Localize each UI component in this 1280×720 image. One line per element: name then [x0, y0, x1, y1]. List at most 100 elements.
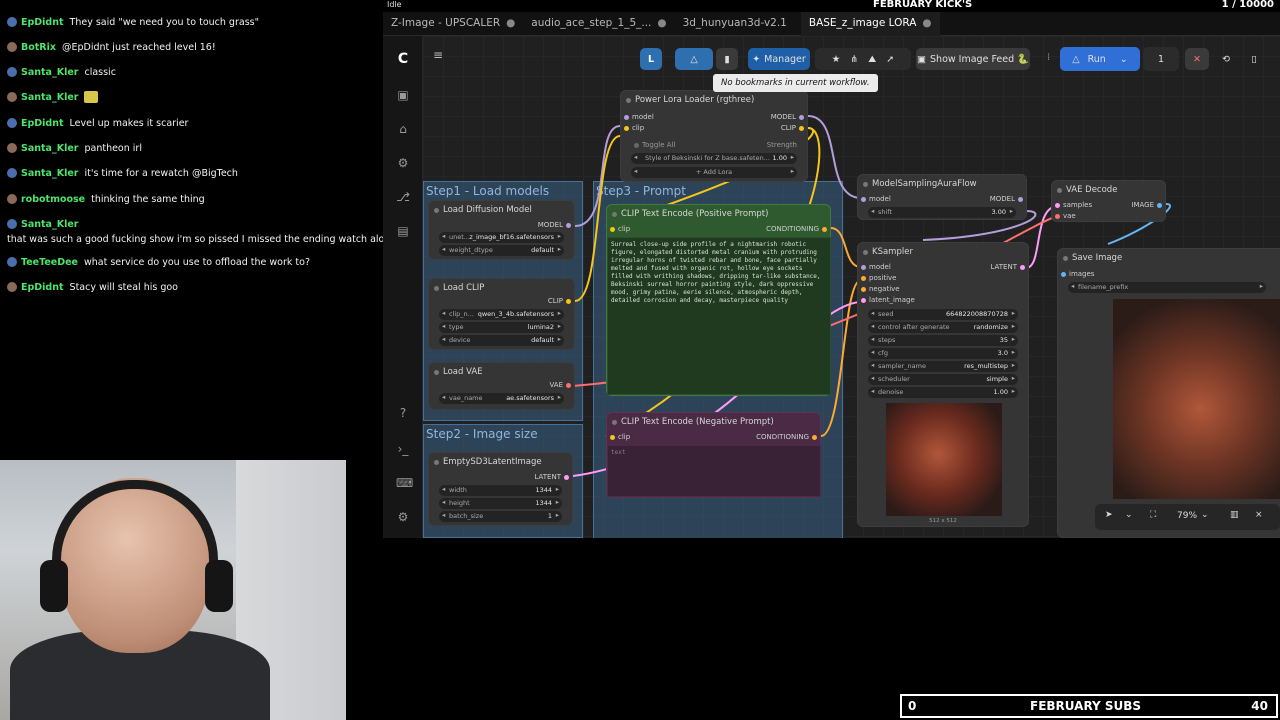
output-latent[interactable]: LATENT — [990, 263, 1028, 271]
chat-username[interactable]: EpDidnt — [21, 282, 64, 293]
chat-username[interactable]: robotmoose — [21, 194, 85, 205]
vae-name-widget[interactable]: vae_name ae.safetensors — [439, 393, 564, 404]
chat-username[interactable]: TeeTeeDee — [21, 257, 78, 268]
node-ksampler[interactable]: KSampler model positive negative latent_… — [857, 242, 1029, 527]
chat-username[interactable]: Santa_Kler — [21, 92, 78, 103]
history-icon[interactable]: ⟲ — [1215, 48, 1237, 70]
filename-prefix-widget[interactable]: filename_prefix — [1068, 282, 1266, 293]
cancel-run-button[interactable]: ✕ — [1185, 48, 1209, 70]
node-vae-decode[interactable]: VAE Decode samples vae IMAGE — [1051, 180, 1166, 222]
node-load-clip[interactable]: Load CLIP CLIP clip_n...qwen_3_4b.safete… — [428, 278, 575, 350]
settings-gear-icon[interactable]: ⚙ — [396, 510, 410, 524]
comfy-logo-icon[interactable]: C — [396, 52, 410, 66]
input-latent-image[interactable]: latent_image — [858, 296, 915, 304]
output-conditioning[interactable]: CONDITIONING — [756, 433, 820, 441]
help-icon[interactable]: ? — [396, 406, 410, 420]
bookmark-icon[interactable]: ▮ — [716, 48, 738, 70]
node-icon[interactable]: ⋔ — [850, 54, 858, 65]
templates-icon[interactable]: ▤ — [396, 224, 410, 238]
node-library-icon[interactable]: ⚙ — [396, 156, 410, 170]
chat-username[interactable]: Santa_Kler — [21, 219, 78, 230]
terminal-icon[interactable]: ›_ — [396, 442, 410, 456]
cfg-widget[interactable]: cfg 3.0 — [868, 348, 1018, 359]
sampler-name-widget[interactable]: sampler_name res_multistep — [868, 361, 1018, 372]
hide-links-icon[interactable]: ⨯ — [1255, 510, 1263, 520]
mountain-icon[interactable]: ⛰ — [868, 54, 876, 65]
node-graph-canvas[interactable]: Step1 - Load models Step3 - Prompt Step2… — [423, 36, 1280, 538]
chat-username[interactable]: Santa_Kler — [21, 67, 78, 78]
model-library-icon[interactable]: ⌂ — [396, 122, 410, 136]
node-empty-sd3-latent-image[interactable]: EmptySD3LatentImage LATENT width 1344 hei… — [428, 452, 573, 526]
lora-row[interactable]: Style of Beksinski for Z base.safeten...… — [631, 153, 797, 164]
clip-type-widget[interactable]: type lumina2 — [439, 322, 564, 333]
keyboard-icon[interactable]: ⌨ — [396, 476, 413, 490]
select-cursor-icon[interactable]: ➤ — [1105, 510, 1113, 520]
workflow-logo-button[interactable]: L — [640, 48, 662, 70]
input-clip[interactable]: clip — [621, 124, 644, 132]
output-conditioning[interactable]: CONDITIONING — [766, 225, 830, 233]
node-model-sampling-auraflow[interactable]: ModelSamplingAuraFlow model MODEL shift 3… — [857, 174, 1027, 220]
denoise-widget[interactable]: denoise 1.00 — [868, 387, 1018, 398]
zoom-chevron-icon[interactable]: ⌄ — [1201, 510, 1209, 520]
hamburger-menu-icon[interactable]: ≡ — [433, 48, 443, 62]
toggle-panel-icon[interactable]: ▯ — [1243, 48, 1265, 70]
unet-name-widget[interactable]: unet...z_image_bf16.safetensors — [439, 232, 564, 243]
workflows-icon[interactable]: ⎇ — [396, 190, 410, 204]
output-model[interactable]: MODEL — [771, 113, 807, 121]
weight-dtype-widget[interactable]: weight_dtype default — [439, 245, 564, 256]
workflow-tab[interactable]: BASE_z_image LORA ● — [800, 12, 940, 36]
seed-widget[interactable]: seed 664822008870728 — [868, 309, 1018, 320]
input-positive[interactable]: positive — [858, 274, 896, 282]
workflow-tab[interactable]: audio_ace_step_1_5_... ● — [523, 12, 674, 36]
fit-view-icon[interactable]: ⛶ — [1150, 510, 1156, 520]
toggle-all-control[interactable]: Toggle All — [631, 141, 675, 149]
output-model[interactable]: MODEL — [990, 195, 1026, 203]
clip-device-widget[interactable]: device default — [439, 335, 564, 346]
node-clip-text-encode-positive[interactable]: CLIP Text Encode (Positive Prompt) clip … — [606, 204, 831, 396]
scheduler-widget[interactable]: scheduler simple — [868, 374, 1018, 385]
output-image[interactable]: IMAGE — [1131, 201, 1165, 209]
node-save-image[interactable]: Save Image images filename_prefix — [1057, 248, 1280, 538]
negative-prompt-textarea[interactable]: text — [607, 445, 821, 497]
output-clip[interactable]: CLIP — [781, 124, 807, 132]
node-load-diffusion-model[interactable]: Load Diffusion Model MODEL unet...z_imag… — [428, 200, 575, 260]
show-image-feed-button[interactable]: ▣ Show Image Feed 🐍 — [916, 48, 1030, 70]
chat-username[interactable]: Santa_Kler — [21, 143, 78, 154]
control-after-generate-widget[interactable]: control after generate randomize — [868, 322, 1018, 333]
input-clip[interactable]: clip — [607, 225, 630, 233]
input-negative[interactable]: negative — [858, 285, 900, 293]
input-clip[interactable]: clip — [607, 433, 630, 441]
input-samples[interactable]: samples — [1052, 201, 1092, 209]
add-lora-button[interactable]: + Add Lora — [631, 167, 797, 178]
share-icon[interactable]: ➚ — [886, 54, 894, 65]
image-icon[interactable]: ▣ — [396, 88, 410, 102]
queue-count-stepper[interactable]: 1 — [1143, 47, 1179, 71]
width-widget[interactable]: width 1344 — [439, 485, 562, 496]
input-model[interactable]: model — [621, 113, 654, 121]
shift-widget[interactable]: shift 3.00 — [868, 207, 1016, 218]
steps-widget[interactable]: steps 35 — [868, 335, 1018, 346]
chat-username[interactable]: BotRix — [21, 42, 56, 53]
workflow-tab[interactable]: Z-Image - UPSCALER ● — [383, 12, 523, 36]
crystools-icon[interactable]: △ — [675, 48, 713, 70]
drag-handle-icon[interactable]: ⁞ — [1047, 52, 1050, 63]
node-load-vae[interactable]: Load VAE VAE vae_name ae.safetensors — [428, 362, 575, 410]
output-vae[interactable]: VAE — [549, 381, 574, 389]
input-images[interactable]: images — [1058, 270, 1094, 278]
run-button[interactable]: △ Run ⌄ — [1060, 47, 1140, 71]
workflow-tab[interactable]: 3d_hunyuan3d-v2.1 — [675, 12, 801, 36]
star-icon[interactable]: ★ — [832, 54, 841, 65]
output-clip[interactable]: CLIP — [548, 297, 574, 305]
chat-username[interactable]: Santa_Kler — [21, 168, 78, 179]
chevron-down-icon[interactable]: ⌄ — [1125, 510, 1133, 520]
input-model[interactable]: model — [858, 263, 891, 271]
height-widget[interactable]: height 1344 — [439, 498, 562, 509]
clip-name-widget[interactable]: clip_n...qwen_3_4b.safetensors — [439, 309, 564, 320]
input-vae[interactable]: vae — [1052, 212, 1076, 220]
batch-size-widget[interactable]: batch_size 1 — [439, 511, 562, 522]
node-power-lora-loader[interactable]: Power Lora Loader (rgthree) model clip M… — [620, 90, 808, 182]
output-model[interactable]: MODEL — [538, 221, 574, 229]
input-model[interactable]: model — [858, 195, 891, 203]
output-latent[interactable]: LATENT — [534, 473, 572, 481]
manager-button[interactable]: ✦ Manager — [748, 48, 810, 70]
